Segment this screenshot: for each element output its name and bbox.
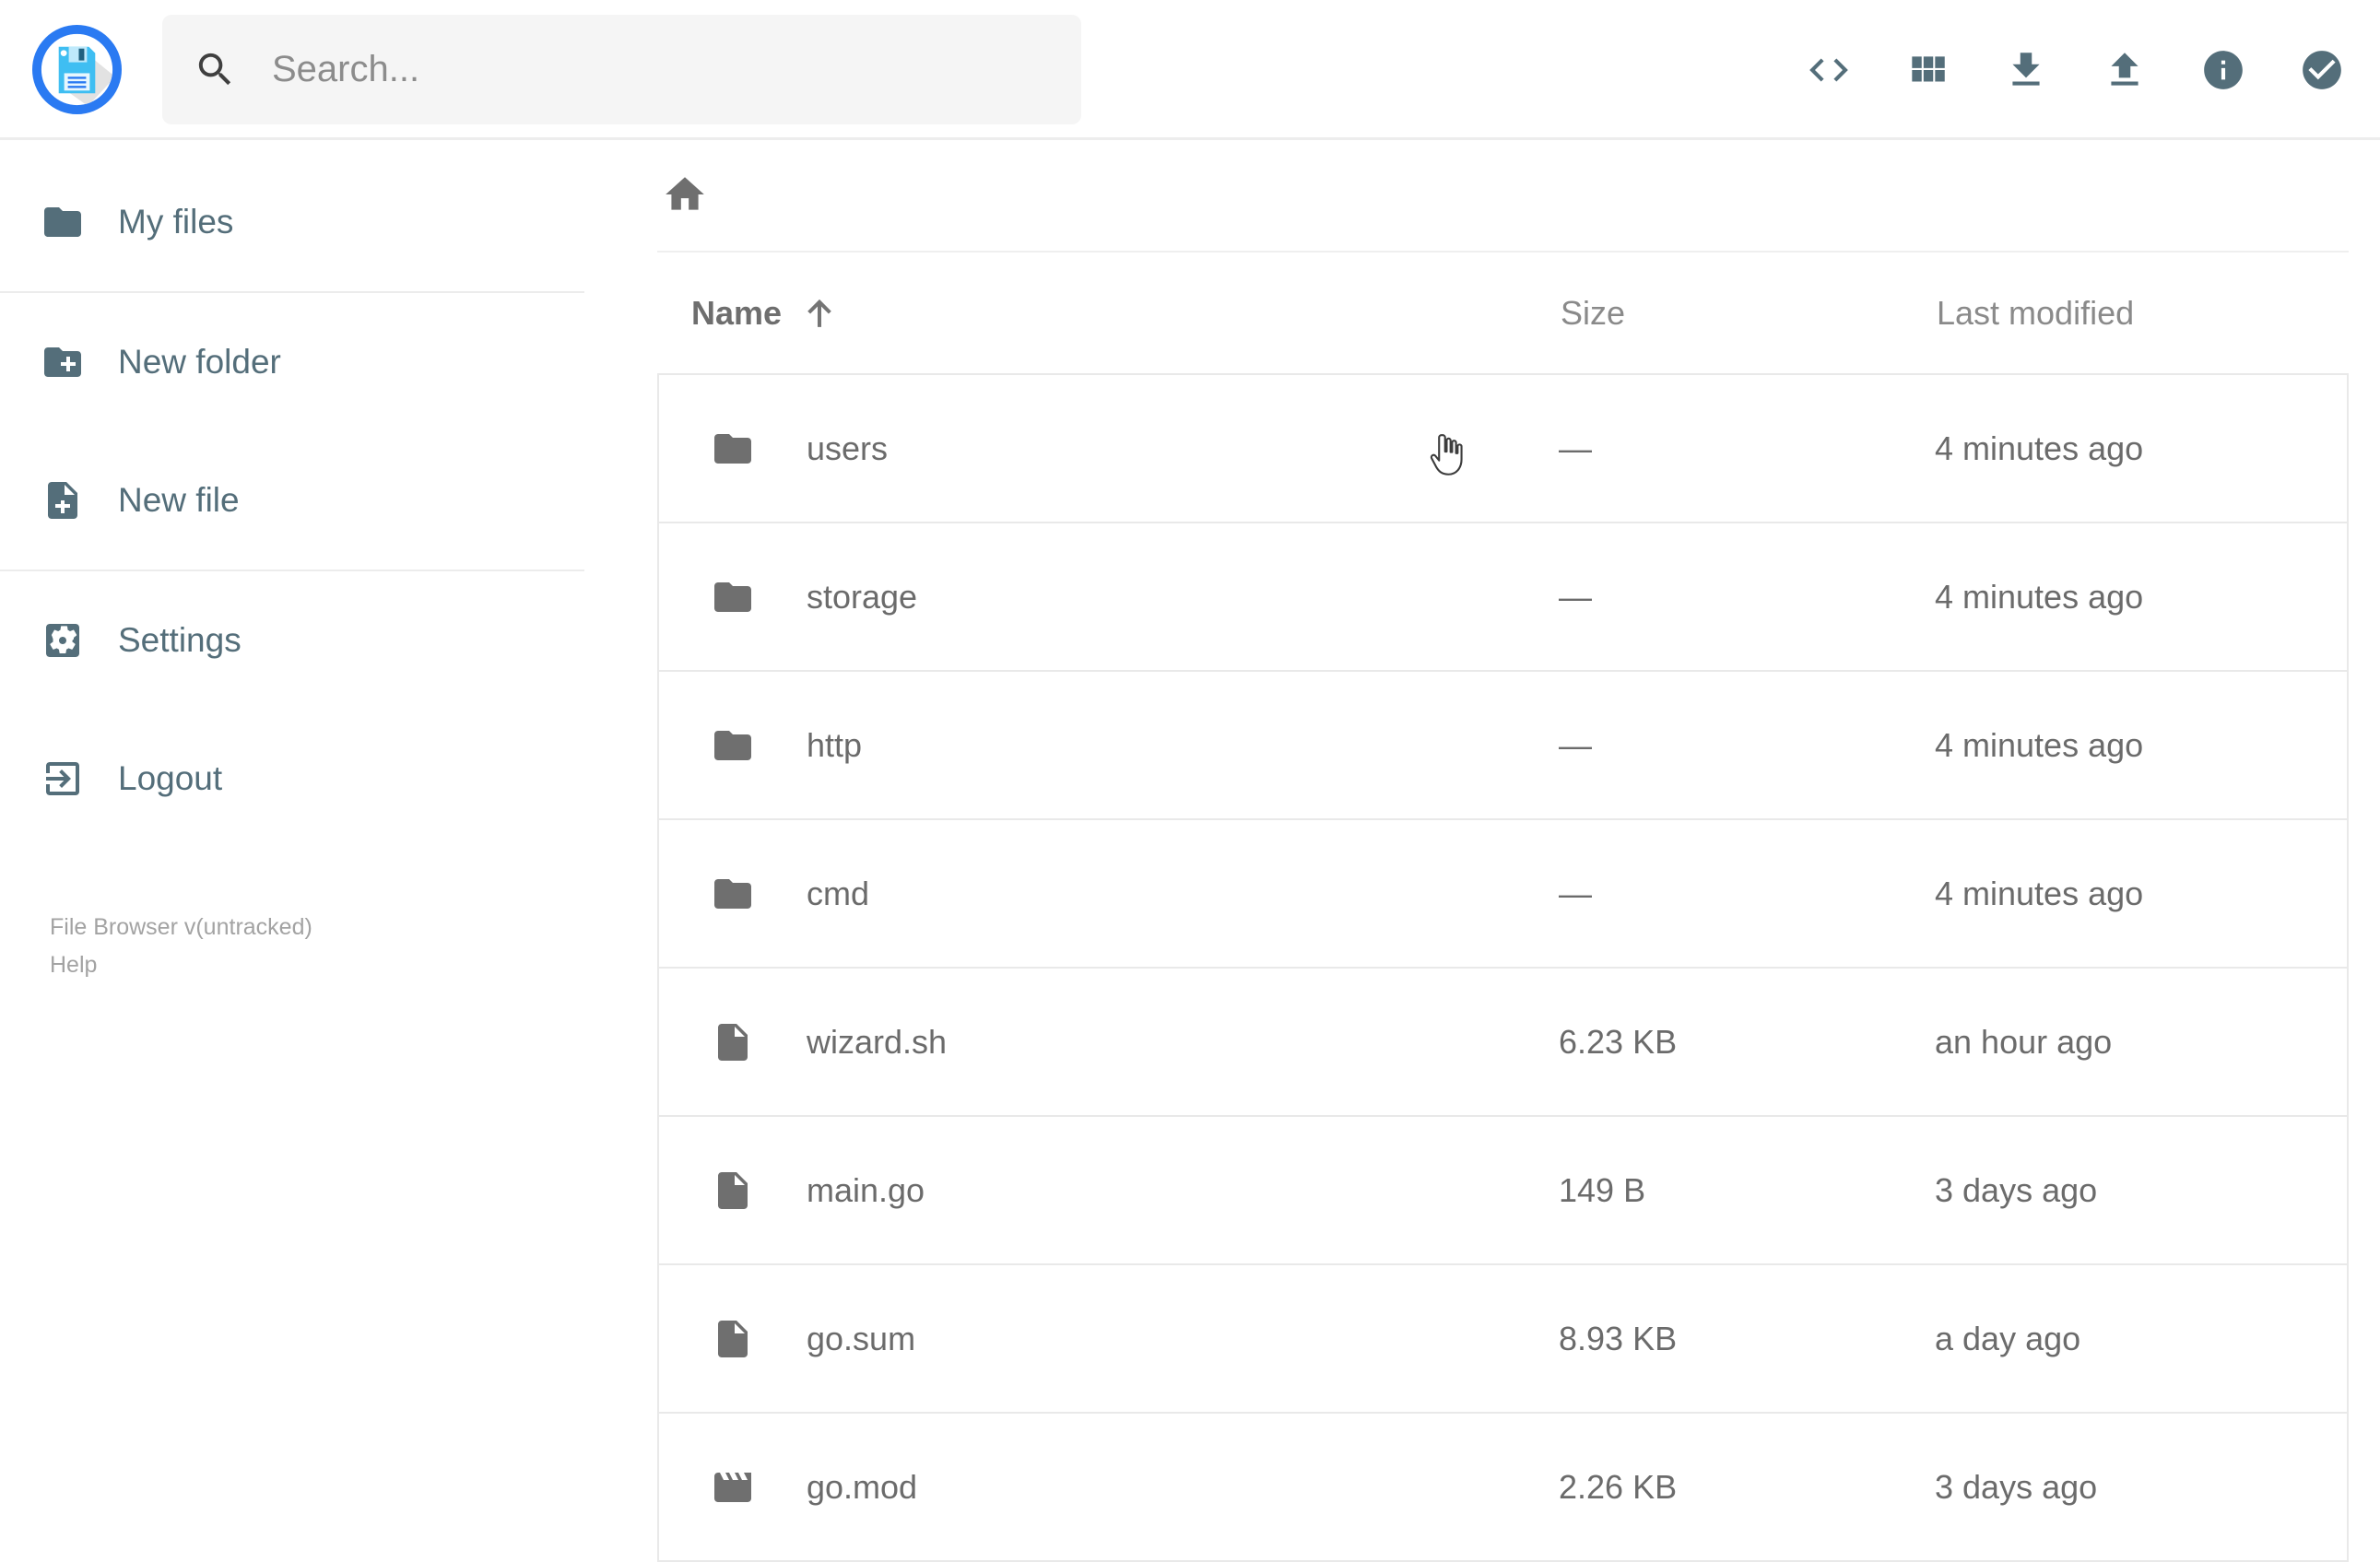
sidebar-item-label: New file <box>118 481 240 519</box>
file-name: go.mod <box>807 1467 918 1506</box>
file-icon <box>711 1169 755 1213</box>
download-icon <box>2003 47 2049 93</box>
file-listing-panel: Name Size Last modified users — 4 minute… <box>657 140 2349 1562</box>
settings-icon <box>41 618 85 663</box>
file-name: main.go <box>807 1170 925 1209</box>
search-icon <box>194 48 237 91</box>
help-link[interactable]: Help <box>50 950 97 981</box>
upload-button[interactable] <box>2102 47 2148 93</box>
file-row[interactable]: wizard.sh 6.23 KB an hour ago <box>657 967 2349 1117</box>
grid-icon <box>1904 47 1950 93</box>
select-multiple-button[interactable] <box>2299 47 2345 93</box>
listing-header: Name Size Last modified <box>657 253 2349 373</box>
download-button[interactable] <box>2003 47 2049 93</box>
top-bar <box>0 0 2380 140</box>
folder-icon <box>711 427 755 471</box>
search-bar[interactable] <box>162 15 1081 124</box>
file-modified: 4 minutes ago <box>1935 429 2144 467</box>
file-listing: users — 4 minutes ago storage — 4 minute… <box>657 373 2349 1562</box>
file-row[interactable]: cmd — 4 minutes ago <box>657 818 2349 969</box>
sidebar-item-my-files[interactable]: My files <box>0 153 584 291</box>
sidebar-item-label: Logout <box>118 759 223 797</box>
file-row[interactable]: http — 4 minutes ago <box>657 670 2349 820</box>
folder-icon <box>711 872 755 916</box>
sidebar-item-label: New folder <box>118 343 281 381</box>
sort-ascending-icon <box>800 294 839 333</box>
file-modified: 3 days ago <box>1935 1170 2098 1209</box>
logout-icon <box>41 757 85 801</box>
sidebar-footer: File Browser v(untracked) Help <box>50 912 312 981</box>
file-row[interactable]: main.go 149 B 3 days ago <box>657 1115 2349 1265</box>
file-row[interactable]: go.mod 2.26 KB 3 days ago <box>657 1412 2349 1562</box>
code-icon <box>1806 47 1852 93</box>
file-name: go.sum <box>807 1319 916 1357</box>
create-new-folder-icon <box>41 340 85 384</box>
file-modified: 4 minutes ago <box>1935 725 2144 764</box>
folder-icon <box>711 723 755 768</box>
file-name: http <box>807 725 863 764</box>
folder-icon <box>711 575 755 619</box>
sidebar-item-settings[interactable]: Settings <box>0 571 584 710</box>
sidebar-item-logout[interactable]: Logout <box>0 710 584 848</box>
upload-icon <box>2102 47 2148 93</box>
file-modified: 3 days ago <box>1935 1467 2098 1506</box>
check-circle-icon <box>2299 47 2345 93</box>
column-header-modified[interactable]: Last modified <box>1937 294 2349 333</box>
sidebar-item-new-folder[interactable]: New folder <box>0 293 584 431</box>
file-name: wizard.sh <box>807 1022 948 1061</box>
filebrowser-logo-icon <box>31 24 123 115</box>
info-button[interactable] <box>2200 47 2246 93</box>
file-icon <box>711 1317 755 1361</box>
file-row[interactable]: users — 4 minutes ago <box>657 373 2349 523</box>
file-modified: 4 minutes ago <box>1935 577 2144 616</box>
search-input[interactable] <box>272 49 1028 90</box>
file-icon <box>711 1020 755 1064</box>
movie-icon <box>711 1465 755 1509</box>
breadcrumb <box>662 171 2349 217</box>
file-name: cmd <box>807 874 870 912</box>
file-row[interactable]: storage — 4 minutes ago <box>657 522 2349 672</box>
file-modified: 4 minutes ago <box>1935 874 2144 912</box>
file-size: — <box>1559 874 1592 912</box>
home-button[interactable] <box>662 171 708 217</box>
file-modified: an hour ago <box>1935 1022 2113 1061</box>
file-size: — <box>1559 577 1592 616</box>
file-modified: a day ago <box>1935 1319 2081 1357</box>
file-name: storage <box>807 577 918 616</box>
file-row[interactable]: go.sum 8.93 KB a day ago <box>657 1263 2349 1414</box>
folder-icon <box>41 200 85 244</box>
switch-view-button[interactable] <box>1904 47 1950 93</box>
file-size: — <box>1559 429 1592 467</box>
version-text: File Browser v(untracked) <box>50 914 312 940</box>
home-icon <box>662 171 708 217</box>
file-size: 6.23 KB <box>1559 1022 1678 1061</box>
column-header-name[interactable]: Name <box>691 294 1561 333</box>
file-size: 149 B <box>1559 1170 1646 1209</box>
sidebar: My files New folder New file Settings Lo… <box>0 140 584 1530</box>
sidebar-item-new-file[interactable]: New file <box>0 431 584 570</box>
file-size: 8.93 KB <box>1559 1319 1678 1357</box>
note-add-icon <box>41 478 85 523</box>
column-header-size[interactable]: Size <box>1561 294 1937 333</box>
file-name: users <box>807 429 889 467</box>
toolbar-actions <box>1806 0 2345 140</box>
file-size: 2.26 KB <box>1559 1467 1678 1506</box>
file-size: — <box>1559 725 1592 764</box>
sidebar-item-label: My files <box>118 203 234 241</box>
raw-view-button[interactable] <box>1806 47 1852 93</box>
sidebar-item-label: Settings <box>118 621 242 659</box>
info-icon <box>2200 47 2246 93</box>
